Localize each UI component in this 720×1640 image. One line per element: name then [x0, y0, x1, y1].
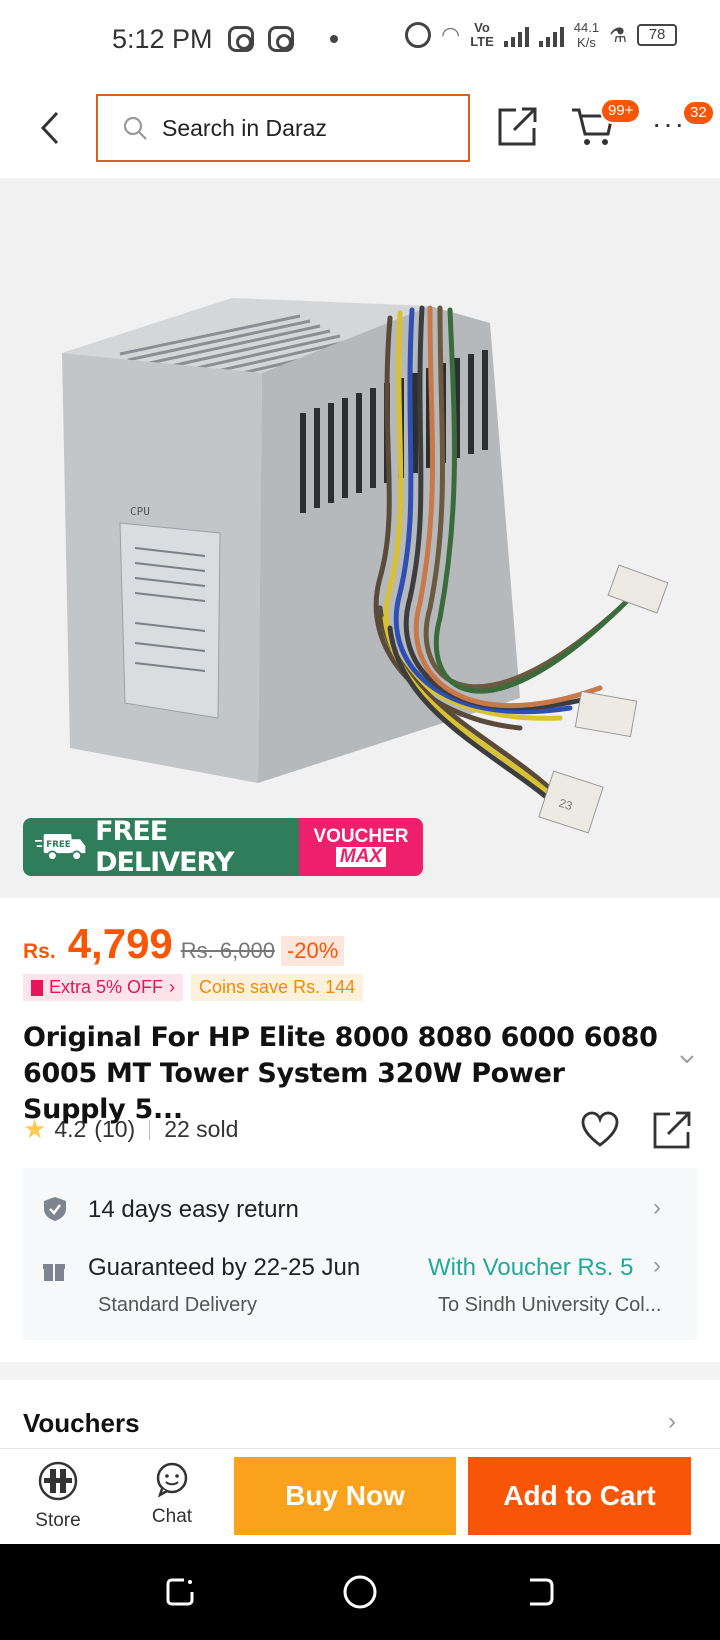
rating-count[interactable]: (10)	[94, 1116, 135, 1143]
recent-apps-icon[interactable]	[162, 1574, 198, 1610]
section-divider	[0, 1362, 720, 1380]
free-delivery-text: FREE DELIVERY	[95, 818, 234, 876]
vouchers-section[interactable]: Vouchers ›	[0, 1380, 720, 1448]
image-label-text: CPU	[130, 505, 150, 518]
heart-icon	[581, 1111, 619, 1147]
service-info-box: 14 days easy return › Guaranteed by 22-2…	[23, 1168, 697, 1340]
voucher-max-text: MAX	[335, 847, 387, 867]
promo-banner: FREE FREE DELIVERY VOUCHER MAX	[23, 818, 423, 876]
coupon-icon	[31, 979, 43, 996]
delivery-location: To Sindh University Col...	[438, 1294, 662, 1316]
sold-count: 22 sold	[164, 1116, 239, 1142]
free-delivery-badge: FREE FREE DELIVERY	[23, 818, 299, 876]
alarm-icon	[405, 22, 431, 48]
more-dots-icon: ···	[652, 108, 686, 139]
product-title: Original For HP Elite 8000 8080 6000 608…	[23, 1022, 658, 1125]
wishlist-button[interactable]	[580, 1110, 620, 1150]
system-navigation-bar	[0, 1544, 720, 1640]
store-label: Store	[35, 1510, 81, 1531]
product-image[interactable]: CPU 23	[0, 178, 720, 898]
share-button[interactable]	[496, 104, 540, 148]
volte-bottom-text: LTE	[470, 34, 494, 49]
app-header: Search in Daraz 99+ ··· 32	[0, 82, 720, 178]
search-placeholder: Search in Daraz	[162, 114, 327, 141]
shield-check-icon	[44, 1197, 66, 1221]
cart-count-badge: 99+	[600, 98, 642, 124]
chevron-right-icon: ›	[668, 1408, 676, 1435]
flask-icon: ⚗	[609, 24, 628, 47]
coins-tag: Coins save Rs. 144	[191, 974, 364, 1001]
buy-now-button[interactable]: Buy Now	[234, 1457, 456, 1535]
back-arrow-icon	[40, 111, 59, 145]
guarantee-text: Guaranteed by 22-25 Jun	[88, 1254, 361, 1281]
chat-icon	[156, 1462, 188, 1498]
voucher-max-badge: VOUCHER MAX	[299, 818, 423, 876]
more-notifications-dot-icon	[330, 35, 338, 43]
return-policy-text: 14 days easy return	[88, 1196, 299, 1223]
battery-icon: 78	[637, 24, 678, 46]
signal-2-icon	[538, 23, 564, 47]
store-logo-icon	[38, 1461, 78, 1501]
speed-value: 44.1	[573, 20, 600, 35]
currency-label: Rs.	[23, 940, 56, 963]
share-product-button[interactable]	[652, 1110, 692, 1150]
back-button[interactable]	[30, 106, 70, 150]
signal-icon	[503, 23, 529, 47]
expand-title-button[interactable]	[678, 1050, 696, 1068]
add-to-cart-button[interactable]: Add to Cart	[468, 1457, 691, 1535]
store-button[interactable]: Store	[26, 1461, 90, 1532]
rating-value: 4.2	[54, 1116, 87, 1142]
current-price: 4,799	[67, 920, 173, 967]
gift-box-icon	[43, 1264, 65, 1281]
delivery-row[interactable]: Guaranteed by 22-25 Jun Standard Deliver…	[23, 1252, 697, 1332]
return-policy-row[interactable]: 14 days easy return ›	[23, 1184, 697, 1234]
home-icon[interactable]	[342, 1574, 378, 1610]
chevron-down-icon	[680, 1055, 694, 1064]
extra-off-tag[interactable]: Extra 5% OFF ›	[23, 974, 184, 1001]
discount-badge: -20%	[280, 936, 345, 966]
wifi-icon: ◠	[441, 22, 461, 47]
power-supply-illustration: CPU 23	[62, 298, 669, 834]
instagram-icon	[228, 26, 254, 52]
promo-tags: Extra 5% OFF › Coins save Rs. 144	[23, 974, 364, 1001]
chat-button[interactable]: Chat	[140, 1461, 204, 1528]
speed-unit: K/s	[577, 35, 596, 50]
vouchers-title: Vouchers	[23, 1408, 140, 1438]
extra-off-label: Extra 5% OFF	[49, 977, 164, 997]
status-bar: 5:12 PM ◠ Vo LTE 44.1 K/s ⚗ 78	[0, 0, 720, 82]
bottom-action-bar: Store Chat Buy Now Add to Cart	[0, 1448, 720, 1544]
free-badge-text: FREE	[46, 840, 70, 850]
notification-icons	[228, 26, 338, 52]
voucher-text: VOUCHER	[313, 826, 409, 847]
chevron-right-icon: ›	[653, 1194, 661, 1221]
system-icons: ◠ Vo LTE 44.1 K/s ⚗ 78	[405, 20, 678, 50]
search-input[interactable]: Search in Daraz	[96, 94, 470, 162]
search-icon	[123, 116, 147, 140]
star-icon: ★	[23, 1114, 47, 1144]
instagram-icon	[268, 26, 294, 52]
messages-count-badge: 32	[682, 100, 715, 126]
original-price: Rs. 6,000	[180, 938, 275, 963]
rating-row: ★ 4.2 (10) 22 sold	[23, 1114, 238, 1145]
share-icon	[498, 107, 537, 146]
delivery-truck-icon: FREE	[35, 833, 86, 861]
volte-indicator: Vo LTE	[470, 21, 494, 49]
status-time: 5:12 PM	[112, 24, 213, 54]
shipping-voucher-text: With Voucher Rs. 5	[428, 1254, 634, 1281]
volte-top-text: Vo	[474, 20, 490, 35]
price-row: Rs. 4,799 Rs. 6,000 -20%	[23, 920, 345, 968]
share-icon	[653, 1111, 691, 1149]
chat-label: Chat	[151, 1506, 193, 1527]
delivery-type: Standard Delivery	[98, 1294, 257, 1316]
separator	[149, 1119, 151, 1140]
chevron-right-icon: ›	[169, 977, 176, 997]
network-speed: 44.1 K/s	[574, 20, 599, 50]
back-nav-icon[interactable]	[522, 1574, 558, 1610]
chevron-right-icon: ›	[653, 1252, 661, 1279]
